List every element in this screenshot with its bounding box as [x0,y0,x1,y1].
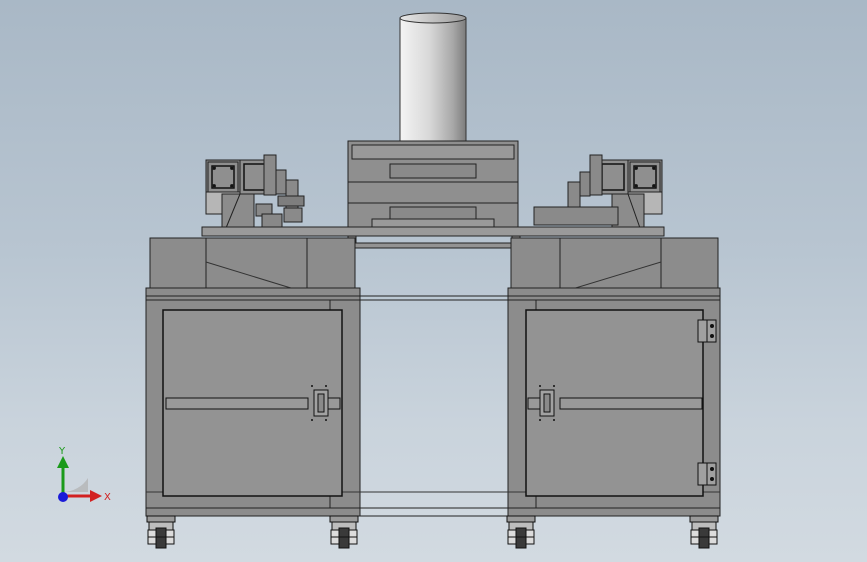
caster-wheel [146,515,176,549]
caster-wheel [329,515,359,549]
left-cabinet-door[interactable] [162,309,343,497]
y-axis-label: Y [58,446,66,457]
top-cylinder[interactable] [399,12,467,143]
right-motor-assembly[interactable] [533,154,663,229]
x-axis-label: X [104,492,111,503]
triad-arc [63,478,88,492]
cad-viewport[interactable]: Y X [0,0,867,562]
left-motor-assembly[interactable] [205,154,305,229]
upper-hinge [697,319,717,343]
orientation-triad[interactable]: Y X [40,440,120,510]
right-cabinet-door[interactable] [525,309,717,497]
x-axis-arrowhead [90,490,102,502]
center-head-block[interactable] [347,140,519,228]
machine-front-view[interactable] [0,0,867,562]
y-axis-arrowhead [57,456,69,468]
caster-wheel [506,515,536,549]
caster-wheel [689,515,719,549]
lower-hinge [697,462,717,486]
z-axis-dot [58,492,68,502]
